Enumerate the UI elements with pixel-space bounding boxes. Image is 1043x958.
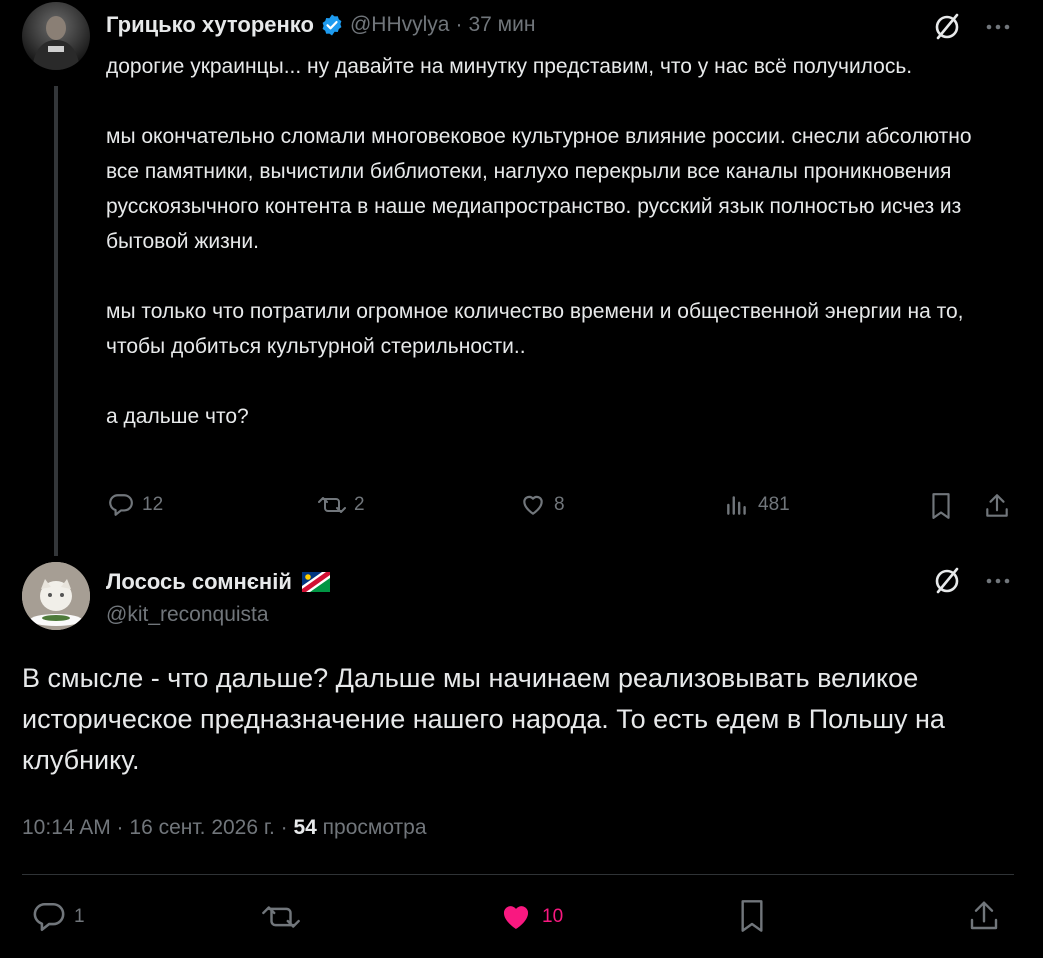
timestamp[interactable]: 10:14 AM · 16 сент. 2026 г. · (22, 816, 293, 839)
views-label: просмотра (316, 816, 427, 839)
reply-count: 1 (74, 906, 85, 927)
share-icon[interactable] (984, 492, 1010, 520)
repost-count: 2 (354, 494, 365, 515)
divider (22, 874, 1014, 875)
separator-dot: · (455, 13, 463, 36)
views-count: 54 (293, 816, 317, 839)
author-handle[interactable]: @HHvylya (350, 13, 450, 37)
tweet-paragraph: а дальше что? (106, 405, 249, 428)
tweet-text: В смысле - что дальше? Дальше мы начинае… (22, 663, 945, 775)
reply-icon (108, 492, 134, 518)
reply-button[interactable]: 1 (32, 900, 85, 934)
like-count: 10 (542, 906, 564, 927)
tweet-paragraph: мы только что потратили огромное количес… (106, 300, 964, 358)
views-icon (724, 492, 750, 518)
grok-slash-icon[interactable] (932, 566, 962, 596)
author-name[interactable]: Грицько хуторенко (106, 12, 314, 38)
like-count: 8 (554, 494, 565, 515)
more-icon[interactable] (986, 24, 1010, 30)
tweet-text: дорогие украинцы... ну давайте на минутк… (106, 49, 1006, 434)
views-button[interactable]: 481 (724, 492, 790, 518)
reply-count: 12 (142, 494, 164, 515)
bookmark-icon[interactable] (736, 898, 768, 934)
verified-badge-icon (320, 13, 344, 37)
timestamp[interactable]: 37 мин (468, 13, 535, 37)
repost-icon (318, 492, 346, 518)
grok-slash-icon[interactable] (932, 12, 962, 42)
reply-button[interactable]: 12 (108, 492, 163, 518)
flag-icon (301, 572, 330, 592)
views-count: 481 (758, 494, 790, 515)
share-icon[interactable] (968, 898, 1000, 934)
repost-icon[interactable] (262, 900, 300, 934)
tweet-meta: 10:14 AM · 16 сент. 2026 г. · 54 просмот… (22, 816, 427, 840)
tweet-paragraph: дорогие украинцы... ну давайте на минутк… (106, 55, 913, 78)
like-icon (520, 492, 546, 518)
author-name[interactable]: Лосось сомнєнiй (106, 569, 292, 595)
like-button[interactable]: 10 (498, 900, 563, 934)
repost-button[interactable]: 2 (318, 492, 365, 518)
avatar[interactable] (22, 562, 90, 630)
like-button[interactable]: 8 (520, 492, 565, 518)
tweet-paragraph: мы окончательно сломали многовековое кул… (106, 125, 972, 253)
avatar[interactable] (22, 2, 90, 70)
reply-icon (32, 900, 66, 934)
like-icon (498, 900, 534, 934)
author-handle[interactable]: @kit_reconquista (106, 603, 269, 627)
more-icon[interactable] (986, 578, 1010, 584)
bookmark-icon[interactable] (928, 492, 954, 520)
thread-connector (54, 86, 58, 556)
